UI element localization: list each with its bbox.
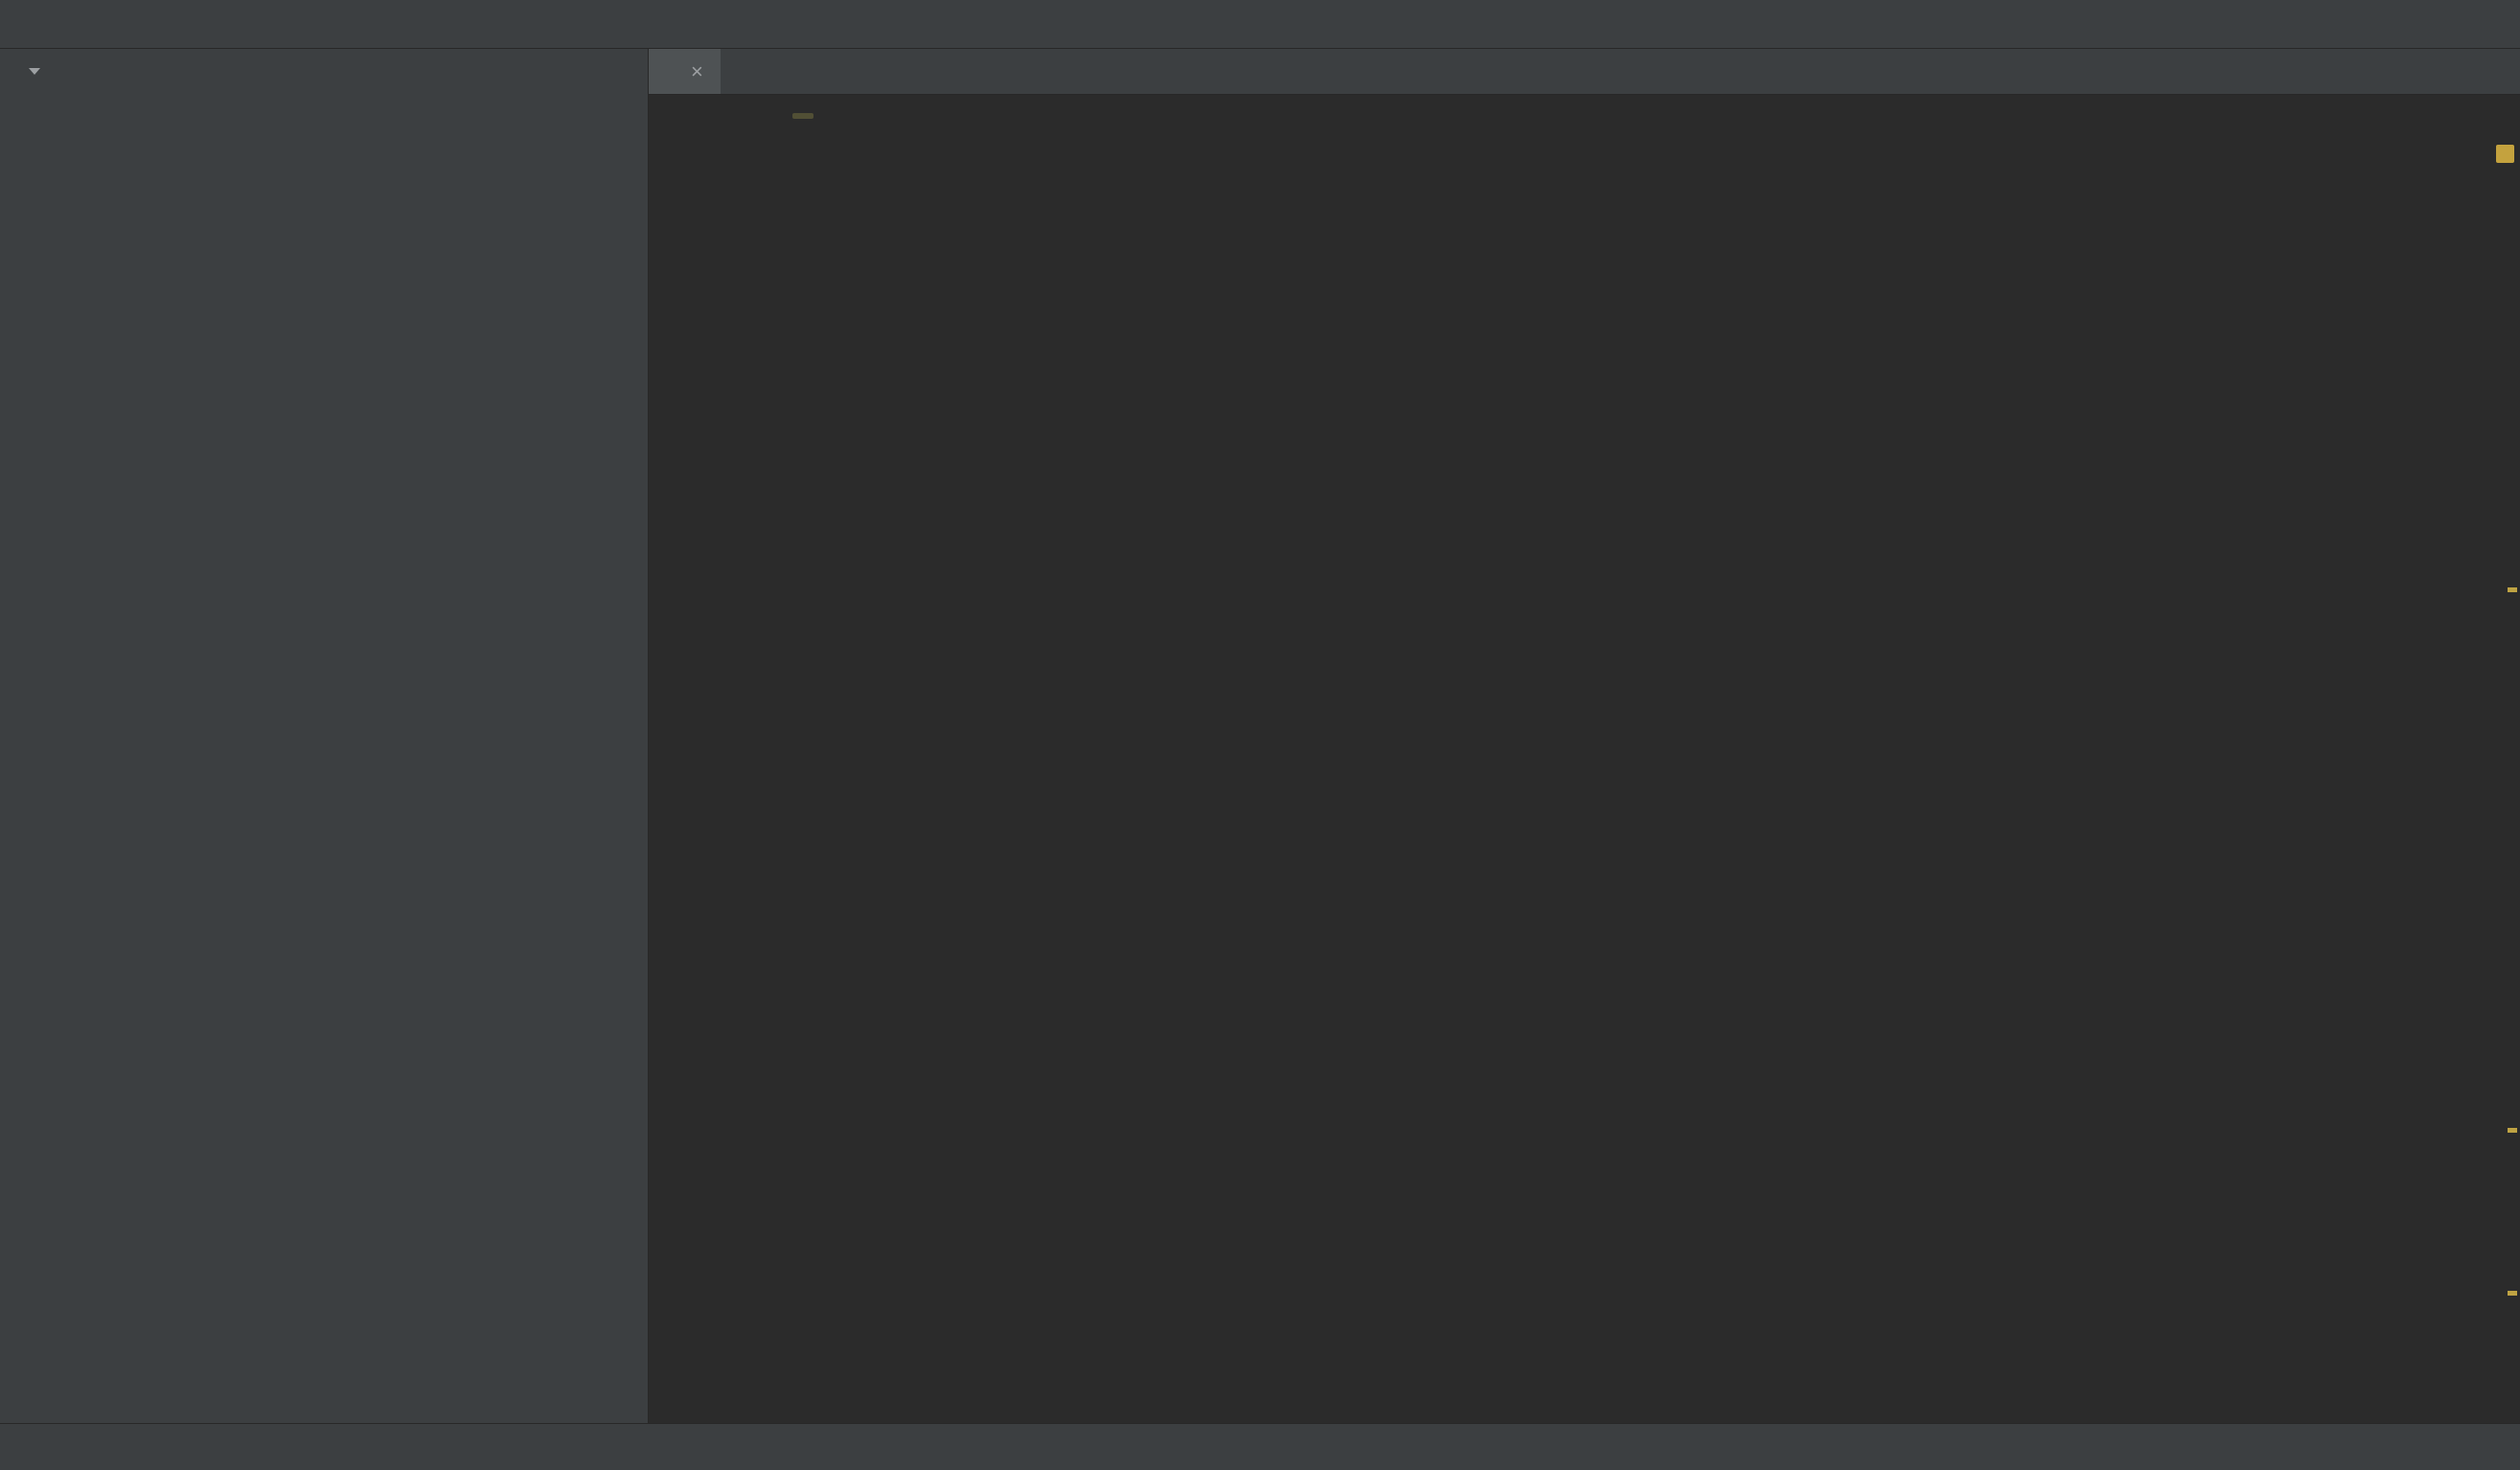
editor-breadcrumb-bar (649, 95, 2520, 137)
ide-window: × (0, 0, 2520, 1470)
navigation-bar (0, 0, 2520, 49)
close-tab-icon[interactable]: × (691, 59, 703, 84)
error-stripe-mark[interactable] (2508, 587, 2517, 592)
inspection-indicator[interactable] (2496, 145, 2514, 163)
code-area (649, 137, 2520, 1423)
project-tool-window (0, 49, 649, 1423)
error-stripe-mark[interactable] (2508, 1128, 2517, 1133)
tab-helloaractivity-java[interactable]: × (649, 49, 721, 94)
project-tree (0, 94, 648, 1423)
editor-area: × (649, 49, 2520, 1423)
chevron-down-icon (29, 68, 40, 75)
project-view-selector[interactable] (11, 68, 40, 75)
editor-tab-bar: × (649, 49, 2520, 95)
project-tool-header (0, 49, 648, 94)
editor-breadcrumb-helloaractivity[interactable] (792, 113, 813, 119)
error-stripe-mark[interactable] (2508, 1291, 2517, 1296)
status-bar (0, 1423, 2520, 1470)
main-area: × (0, 49, 2520, 1423)
